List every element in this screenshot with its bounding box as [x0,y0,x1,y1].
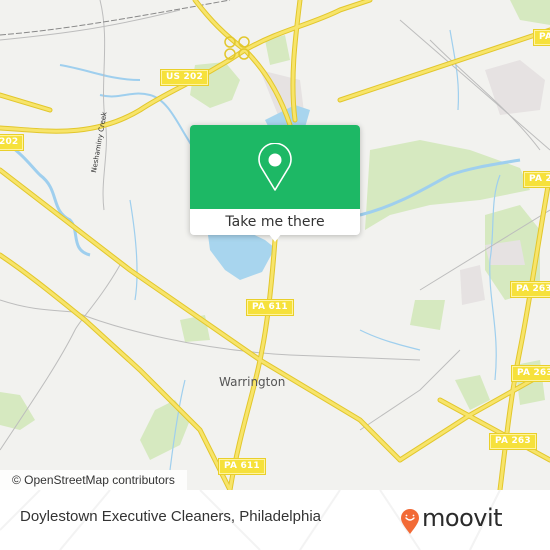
route-shield-pa-611: PA 611 [246,299,294,316]
popup-pointer [268,233,282,242]
route-shield-pa: PA [532,29,550,46]
map-pin-icon [258,143,292,191]
route-shield-pa-263-mid: PA 263 [511,365,550,382]
moovit-pin-icon [401,509,419,534]
map-canvas [0,0,550,490]
map-attribution[interactable]: © OpenStreetMap contributors [0,470,187,490]
location-popup: Take me there [190,125,360,242]
lake [208,228,275,280]
railway [0,0,231,36]
route-shield-pa-263-south: PA 263 [489,433,537,450]
route-shield-pa-2: PA 2 [523,171,550,188]
route-shield-pa-611-south: PA 611 [218,458,266,475]
major-roads [0,0,550,490]
route-shield-us-202: US 202 [160,69,209,86]
location-title: Doylestown Executive Cleaners, Philadelp… [20,508,321,525]
place-label-warrington: Warrington [219,375,286,389]
take-me-there-button[interactable]: Take me there [190,209,360,235]
map[interactable]: US 202 202 PA 611 PA 611 PA 263 PA 263 P… [0,0,550,490]
moovit-logo[interactable]: moovit [400,504,550,537]
moovit-wordmark: moovit [422,504,503,532]
route-shield-202: 202 [0,134,25,151]
route-shield-pa-263: PA 263 [510,281,550,298]
popup-header [190,125,360,209]
